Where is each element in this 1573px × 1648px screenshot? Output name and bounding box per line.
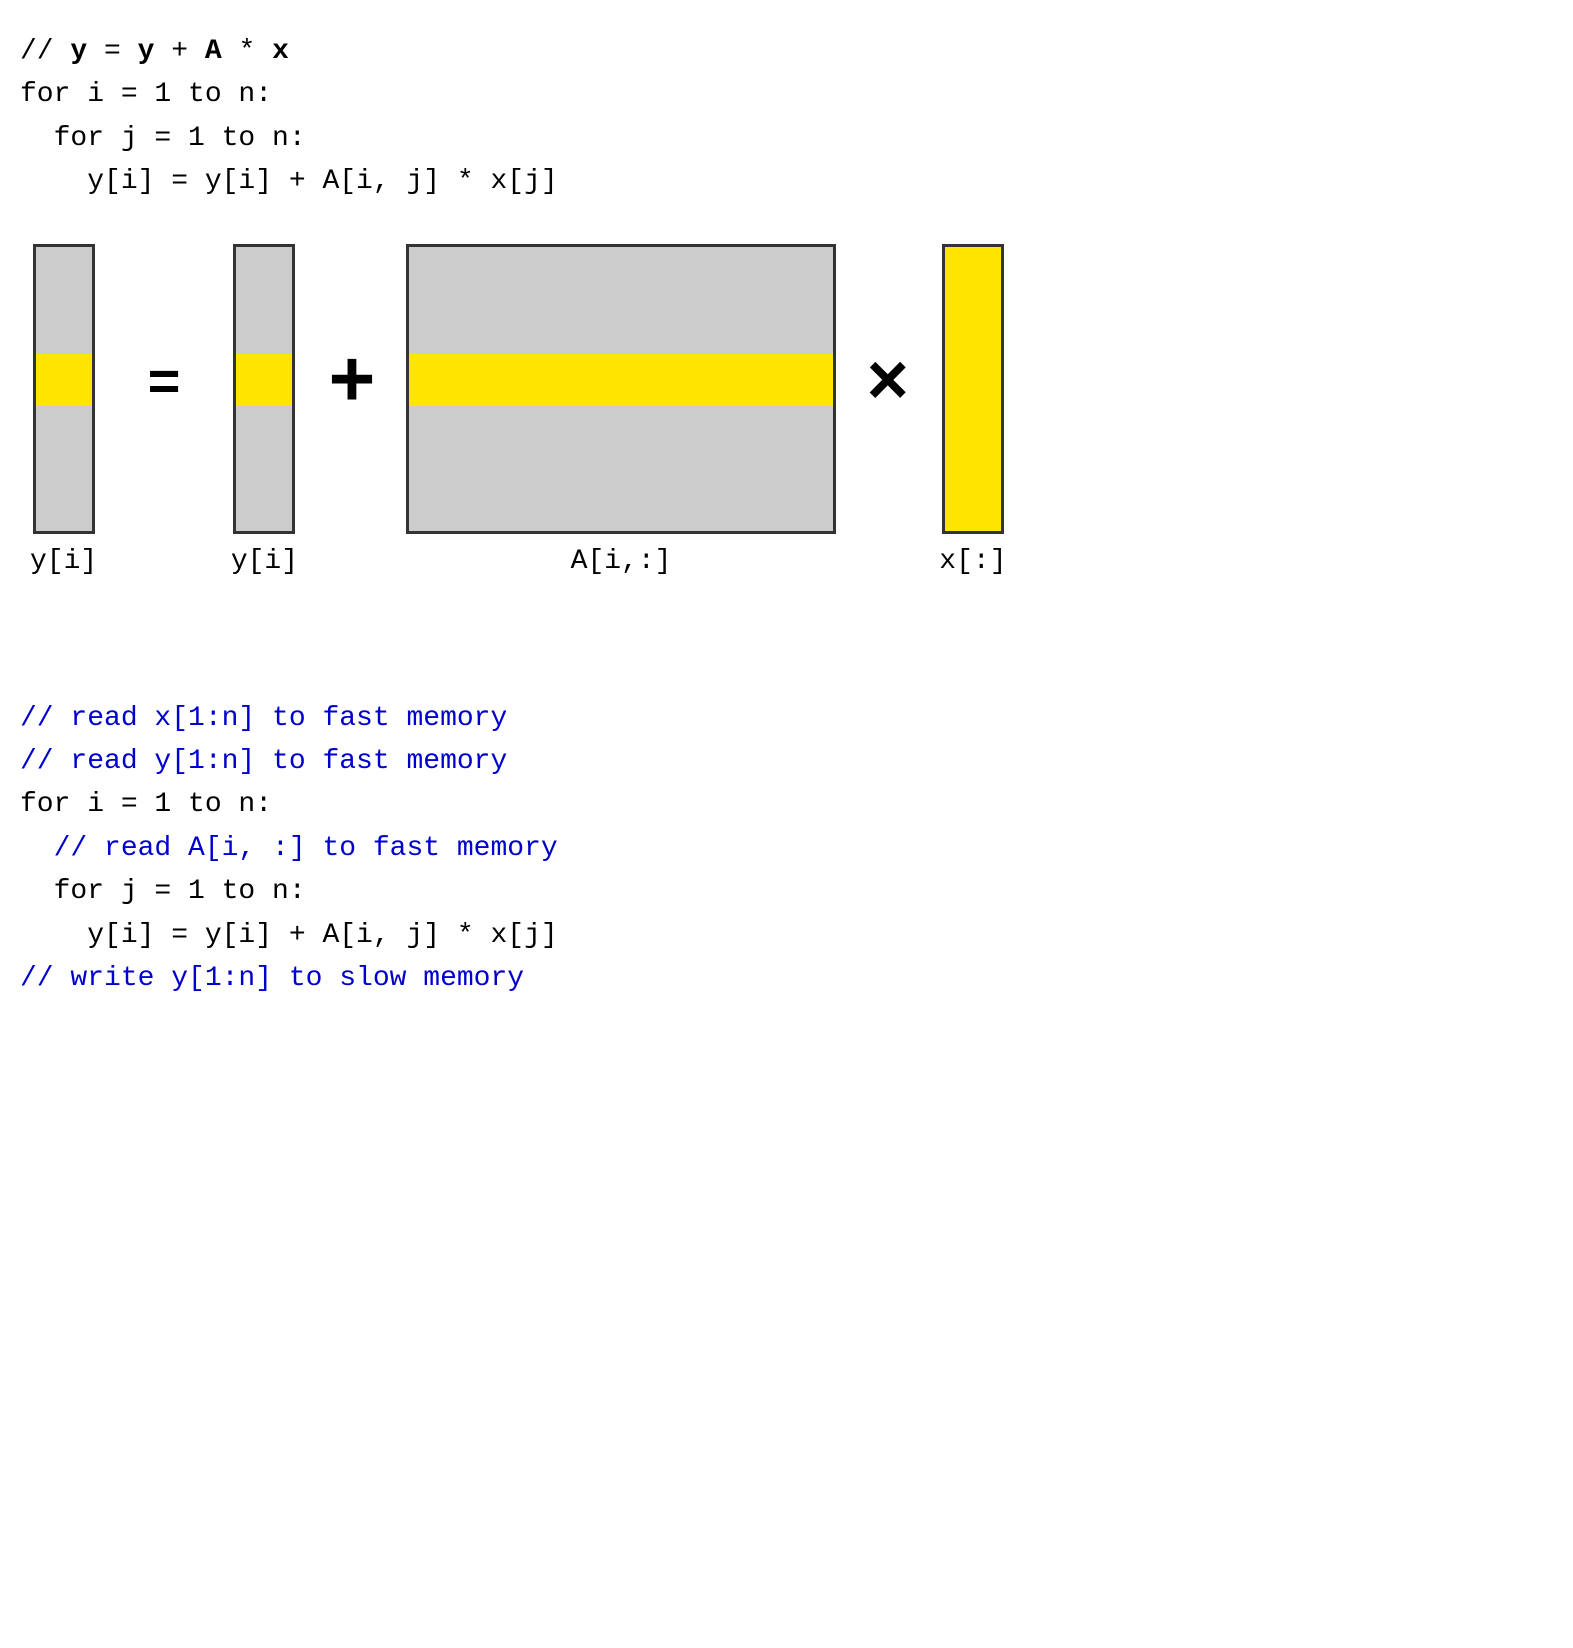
left-y-highlight [36, 354, 92, 405]
right-x-col [942, 244, 1004, 534]
right-x-vector: x[:] [939, 244, 1006, 577]
matrix-item: A[i,:] [406, 244, 836, 577]
equals-operator: = [147, 353, 181, 467]
right-x-label: x[:] [939, 546, 1006, 577]
code-line-2: for i = 1 to n: [20, 73, 1553, 116]
bottom-line-3: for i = 1 to n: [20, 783, 1553, 826]
top-code-block: // y = y + A * x for i = 1 to n: for j =… [20, 30, 1553, 204]
bottom-code-block: // read x[1:n] to fast memory // read y[… [20, 697, 1553, 1001]
bottom-line-6: y[i] = y[i] + A[i, j] * x[j] [20, 914, 1553, 957]
code-line-3: for j = 1 to n: [20, 117, 1553, 160]
left-y-label: y[i] [30, 546, 97, 577]
bold-y1: y [70, 36, 87, 67]
plus-operator: + [328, 340, 376, 481]
matrix-block [406, 244, 836, 534]
code-line-4: y[i] = y[i] + A[i, j] * x[j] [20, 160, 1553, 203]
bold-x: x [272, 36, 289, 67]
bottom-line-2: // read y[1:n] to fast memory [20, 740, 1553, 783]
mid-y-label: y[i] [231, 546, 298, 577]
spacer [20, 587, 1553, 637]
mid-y-vector: y[i] [231, 244, 298, 577]
matrix-diagram: y[i] = y[i] + A[i,:] × x[:] [20, 244, 1553, 577]
bottom-line-5: for j = 1 to n: [20, 870, 1553, 913]
times-operator: × [866, 344, 909, 476]
bold-y2: y [138, 36, 155, 67]
bold-A: A [205, 36, 222, 67]
matrix-highlight-row [409, 354, 833, 405]
bottom-line-1: // read x[1:n] to fast memory [20, 697, 1553, 740]
bottom-line-7: // write y[1:n] to slow memory [20, 957, 1553, 1000]
left-y-vector: y[i] [30, 244, 97, 577]
left-y-col [33, 244, 95, 534]
matrix-label: A[i,:] [571, 546, 672, 577]
mid-y-col [233, 244, 295, 534]
bottom-line-4: // read A[i, :] to fast memory [20, 827, 1553, 870]
mid-y-highlight [236, 354, 292, 405]
code-line-1: // y = y + A * x [20, 30, 1553, 73]
